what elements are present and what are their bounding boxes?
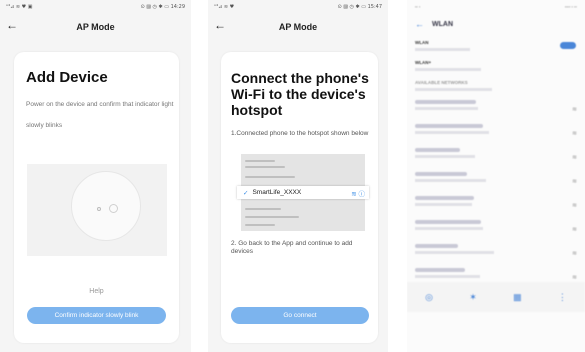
hotspot-row: ✓ SmartLife_XXXX ≋ ⓘ — [237, 186, 369, 199]
wlan-row[interactable]: ≋ — [407, 220, 585, 240]
wlan-row-title: WLAN+ — [415, 60, 432, 65]
wlan-row-title — [415, 124, 483, 128]
blurred-line — [245, 176, 295, 178]
blurred-line — [245, 224, 275, 226]
status-left: ▪▪ ▪ — [415, 3, 421, 9]
nav-title: AP Mode — [278, 22, 318, 32]
bottom-toolbar: ◎ ✶ ▦ ⋮ — [407, 282, 585, 312]
wifi-list-screenshot: ✓ SmartLife_XXXX ≋ ⓘ — [237, 154, 369, 231]
status-bar: ᵒ⁴⊿ ≋ ♥ ▣ ⊙ ▨ ◷ ✱ ▭ 14:29 — [0, 0, 191, 14]
power-button-icon — [109, 204, 118, 213]
wlan-row[interactable]: ≋ — [407, 244, 585, 264]
nav-title: AP Mode — [76, 22, 115, 32]
connect-card: Connect the phone's Wi-Fi to the device'… — [221, 52, 378, 343]
more-icon[interactable]: ⋮ — [558, 292, 567, 303]
wlan-row-subtitle — [415, 131, 489, 134]
wlan-row-title — [415, 268, 465, 272]
go-connect-button[interactable]: Go connect — [231, 307, 369, 324]
wlan-row[interactable]: WLAN+ — [407, 56, 585, 76]
wlan-row-subtitle — [415, 203, 472, 206]
help-link[interactable]: Help — [14, 288, 179, 295]
wlan-row[interactable]: ≋ — [407, 196, 585, 216]
wlan-toggle[interactable] — [560, 42, 576, 49]
wlan-title: WLAN — [432, 20, 453, 28]
device-outline — [71, 171, 141, 241]
back-arrow-icon[interactable]: ← — [415, 19, 424, 29]
indicator-light — [97, 207, 101, 211]
wlan-row-title — [415, 196, 474, 200]
wlan-row-title — [415, 244, 458, 248]
wlan-row-title: AVAILABLE NETWORKS — [415, 80, 468, 85]
wlan-row-subtitle — [415, 107, 478, 110]
wifi-signal-icon: ≋ — [571, 275, 577, 281]
wlan-row-subtitle — [415, 251, 494, 254]
nav-bar: ← AP Mode — [208, 14, 388, 40]
status-bar: ᵒ⁴⊿ ≋ ♥ ⊙ ▨ ◷ ✱ ▭ 15:47 — [208, 0, 388, 14]
wlan-row[interactable]: ≋ — [407, 172, 585, 192]
wifi-signal-icon: ≋ — [571, 251, 577, 257]
device-illustration — [27, 164, 167, 256]
wlan-row-subtitle — [415, 88, 492, 91]
wifi-signal-icon: ≋ — [571, 155, 577, 161]
status-right: ⊙ ▨ ◷ ✱ ▭ 14:29 — [140, 4, 185, 10]
wlan-screen: ▪▪ ▪ ▪▪▪▪ ▪ ▪▪ ← WLAN WLAN WLAN+ AVAILABLE… — [407, 0, 585, 312]
wifi-signal-icon: ≋ — [571, 131, 577, 137]
phone-wlan-settings: ▪▪ ▪ ▪▪▪▪ ▪ ▪▪ ← WLAN WLAN WLAN+ AVAILABLE… — [407, 0, 585, 352]
wlan-header: ← WLAN — [407, 12, 585, 36]
wifi-signal-icon: ≋ — [571, 107, 577, 113]
add-device-card: Add Device Power on the device and confi… — [14, 52, 179, 343]
hotspot-name: SmartLife_XXXX — [252, 189, 302, 196]
wifi-signal-icon: ≋ — [571, 203, 577, 209]
wifi-signal-icon: ≋ — [571, 179, 577, 185]
page-title: Add Device — [26, 69, 108, 86]
back-arrow-icon[interactable]: ← — [6, 18, 18, 32]
status-left: ᵒ⁴⊿ ≋ ♥ ▣ — [6, 4, 33, 10]
wlan-row: AVAILABLE NETWORKS — [407, 76, 585, 96]
config-icon[interactable]: ▦ — [513, 292, 522, 303]
status-left: ᵒ⁴⊿ ≋ ♥ — [214, 4, 235, 10]
wlan-row[interactable]: ≋ — [407, 100, 585, 120]
back-arrow-icon[interactable]: ← — [214, 18, 226, 32]
wlan-row-subtitle — [415, 155, 475, 158]
wlan-row[interactable]: WLAN — [407, 36, 585, 56]
step-1-text: 1.Connected phone to the hotspot shown b… — [231, 130, 369, 137]
phone-add-device: ᵒ⁴⊿ ≋ ♥ ▣ ⊙ ▨ ◷ ✱ ▭ 14:29 ← AP Mode Add … — [0, 0, 191, 352]
blurred-line — [245, 216, 299, 218]
scan-icon[interactable]: ◎ — [425, 292, 433, 303]
blurred-line — [245, 160, 275, 162]
blurred-line — [245, 208, 281, 210]
check-icon: ✓ — [243, 189, 249, 197]
wlan-row-title — [415, 172, 467, 176]
wlan-row-title — [415, 148, 460, 152]
confirm-blink-button[interactable]: Confirm indicator slowly blink — [27, 307, 166, 324]
status-bar: ▪▪ ▪ ▪▪▪▪ ▪ ▪▪ — [407, 0, 585, 12]
wifi-info-icon: ≋ ⓘ — [351, 191, 365, 198]
wlan-row-subtitle — [415, 179, 486, 182]
step-2-text: 2. Go back to the App and continue to ad… — [231, 240, 353, 255]
wlan-row-title — [415, 100, 476, 104]
wlan-row-subtitle — [415, 275, 480, 278]
wlan-row[interactable]: ≋ — [407, 148, 585, 168]
wlan-row-subtitle — [415, 227, 483, 230]
page-title: Connect the phone's Wi-Fi to the device'… — [231, 70, 369, 118]
nav-bar: ← AP Mode — [0, 14, 191, 40]
wifi-direct-icon[interactable]: ✶ — [469, 292, 477, 303]
wlan-row-subtitle — [415, 48, 470, 51]
status-right: ⊙ ▨ ◷ ✱ ▭ 15:47 — [337, 4, 382, 10]
wlan-row-title — [415, 220, 481, 224]
blurred-line — [245, 166, 285, 168]
wlan-network-list: WLANWLAN+AVAILABLE NETWORKS≋≋≋≋≋≋≋≋≋ — [407, 36, 585, 312]
wlan-row-subtitle — [415, 68, 481, 71]
phone-connect-hotspot: ᵒ⁴⊿ ≋ ♥ ⊙ ▨ ◷ ✱ ▭ 15:47 ← AP Mode Connec… — [208, 0, 388, 352]
instruction-text: Power on the device and confirm that ind… — [26, 101, 174, 129]
wifi-signal-icon: ≋ — [571, 227, 577, 233]
wlan-row[interactable]: ≋ — [407, 124, 585, 144]
status-right: ▪▪▪▪ ▪ ▪▪ — [564, 3, 577, 9]
